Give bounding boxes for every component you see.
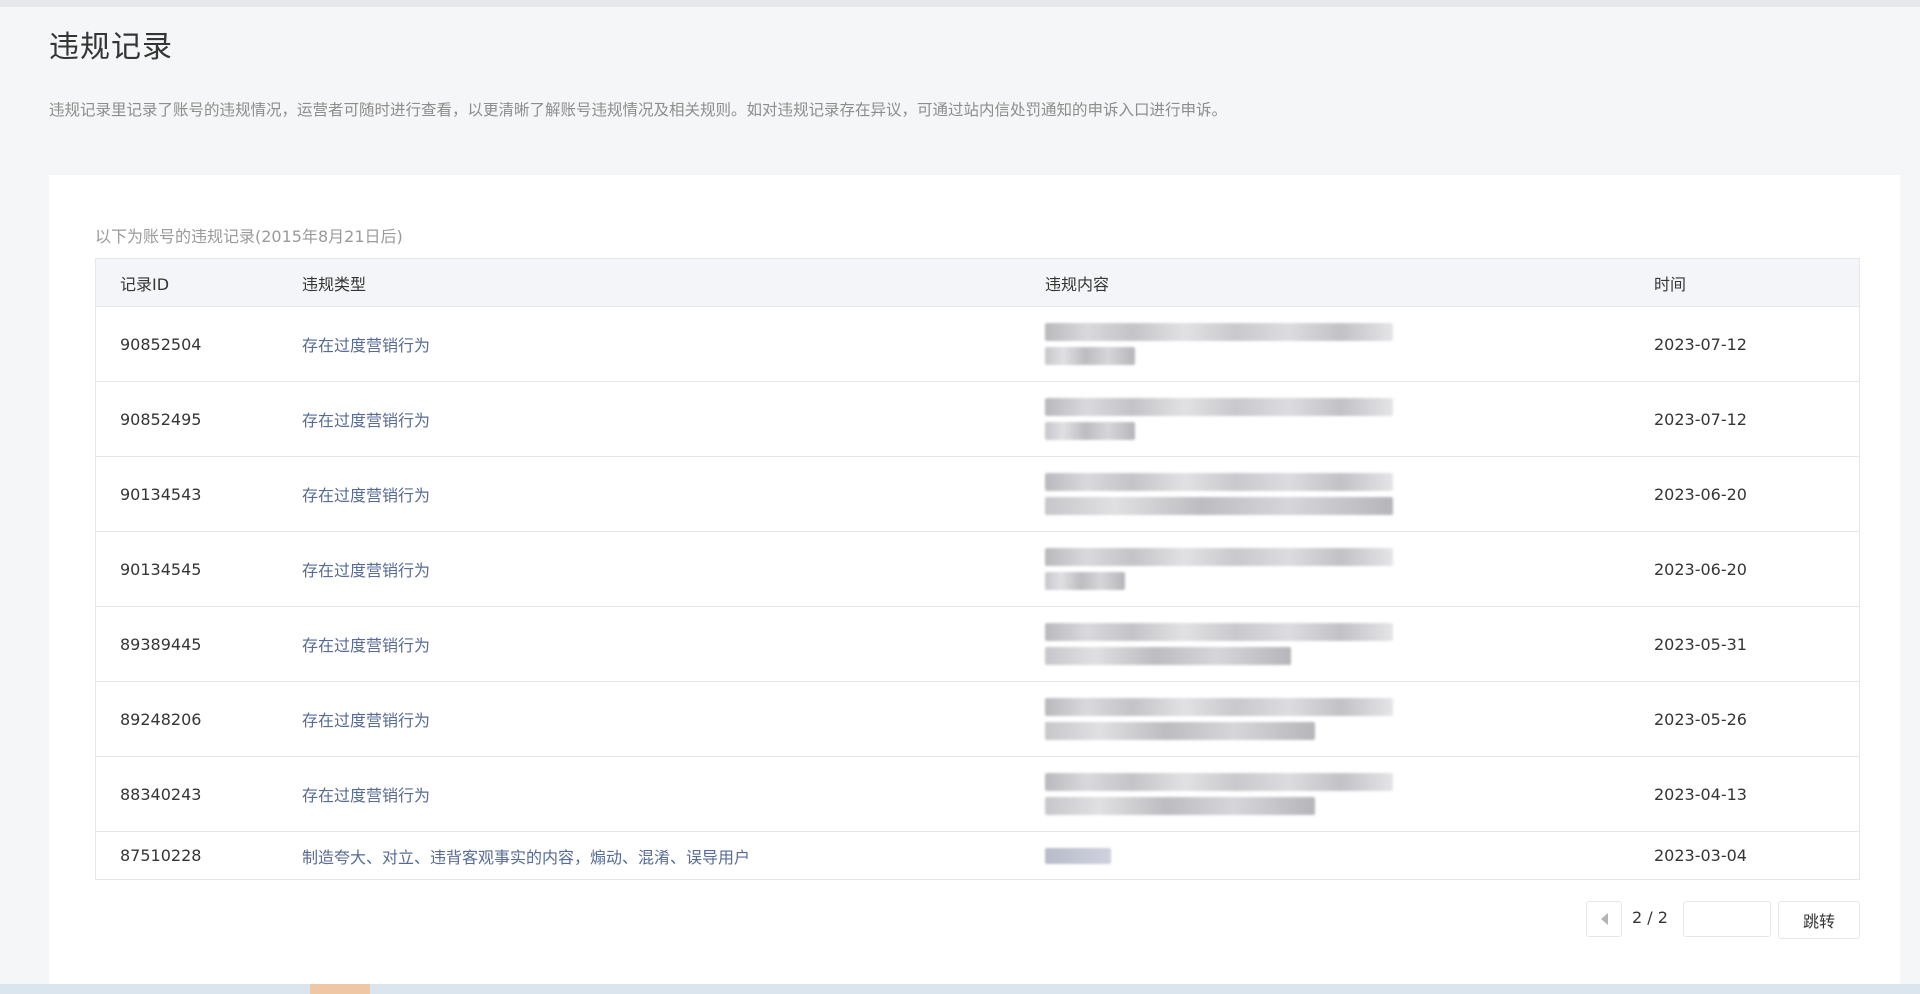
- table-row: 90852495 存在过度营销行为 2023-07-12: [96, 382, 1859, 457]
- table-header: 记录ID 违规类型 违规内容 时间: [96, 259, 1859, 307]
- records-card: 以下为账号的违规记录(2015年8月21日后) 记录ID 违规类型 违规内容 时…: [49, 175, 1900, 994]
- header-violation-content: 违规内容: [1045, 274, 1110, 294]
- record-id: 88340243: [120, 784, 202, 804]
- record-time: 2023-06-20: [1654, 484, 1747, 504]
- record-id: 90852495: [120, 409, 202, 429]
- records-subtitle: 以下为账号的违规记录(2015年8月21日后): [95, 227, 403, 246]
- violation-content-redacted: [1045, 773, 1630, 815]
- top-bar: [0, 0, 1920, 7]
- table-row: 89248206 存在过度营销行为 2023-05-26: [96, 682, 1859, 757]
- violation-type-link[interactable]: 存在过度营销行为: [302, 486, 430, 505]
- table-row: 87510228 制造夸大、对立、违背客观事实的内容，煽动、混淆、误导用户 20…: [96, 832, 1859, 879]
- prev-page-button[interactable]: [1586, 901, 1622, 937]
- page-description: 违规记录里记录了账号的违规情况，运营者可随时进行查看，以更清晰了解账号违规情况及…: [49, 101, 1228, 119]
- record-time: 2023-03-04: [1654, 846, 1747, 865]
- header-record-id: 记录ID: [120, 274, 170, 294]
- violation-content-redacted: [1045, 323, 1630, 365]
- violation-type-link[interactable]: 存在过度营销行为: [302, 636, 430, 655]
- violation-type-link[interactable]: 存在过度营销行为: [302, 336, 430, 355]
- record-time: 2023-07-12: [1654, 409, 1747, 429]
- violation-content-redacted: [1045, 847, 1630, 864]
- violation-content-redacted: [1045, 623, 1630, 665]
- arrow-left-icon: [1600, 913, 1608, 925]
- violation-type-link[interactable]: 存在过度营销行为: [302, 411, 430, 430]
- jump-button[interactable]: 跳转: [1778, 901, 1860, 939]
- header-violation-type: 违规类型: [302, 274, 367, 294]
- record-id: 89248206: [120, 709, 202, 729]
- violation-type-link[interactable]: 存在过度营销行为: [302, 711, 430, 730]
- violation-content-redacted: [1045, 698, 1630, 740]
- violation-content-redacted: [1045, 548, 1630, 590]
- records-table: 记录ID 违规类型 违规内容 时间 90852504 存在过度营销行为 2023…: [95, 258, 1860, 880]
- page-indicator: 2 / 2: [1632, 908, 1668, 927]
- table-row: 89389445 存在过度营销行为 2023-05-31: [96, 607, 1859, 682]
- record-id: 90134545: [120, 559, 202, 579]
- page-number-input[interactable]: [1683, 901, 1771, 937]
- bottom-tab-indicator: [310, 984, 370, 994]
- violation-type-link[interactable]: 存在过度营销行为: [302, 786, 430, 805]
- table-row: 90852504 存在过度营销行为 2023-07-12: [96, 307, 1859, 382]
- record-id: 89389445: [120, 634, 202, 654]
- table-row: 90134545 存在过度营销行为 2023-06-20: [96, 532, 1859, 607]
- violation-content-redacted: [1045, 473, 1630, 515]
- page-title: 违规记录: [49, 30, 173, 65]
- record-time: 2023-05-31: [1654, 634, 1747, 654]
- table-row: 90134543 存在过度营销行为 2023-06-20: [96, 457, 1859, 532]
- header-time: 时间: [1654, 274, 1687, 294]
- table-row: 88340243 存在过度营销行为 2023-04-13: [96, 757, 1859, 832]
- bottom-bar: [0, 984, 1920, 994]
- violation-type-link[interactable]: 存在过度营销行为: [302, 561, 430, 580]
- violation-type-link[interactable]: 制造夸大、对立、违背客观事实的内容，煽动、混淆、误导用户: [302, 848, 750, 867]
- record-id: 90134543: [120, 484, 202, 504]
- record-time: 2023-06-20: [1654, 559, 1747, 579]
- record-id: 90852504: [120, 334, 202, 354]
- record-time: 2023-04-13: [1654, 784, 1747, 804]
- violation-content-redacted: [1045, 398, 1630, 440]
- record-time: 2023-07-12: [1654, 334, 1747, 354]
- record-time: 2023-05-26: [1654, 709, 1747, 729]
- record-id: 87510228: [120, 846, 202, 865]
